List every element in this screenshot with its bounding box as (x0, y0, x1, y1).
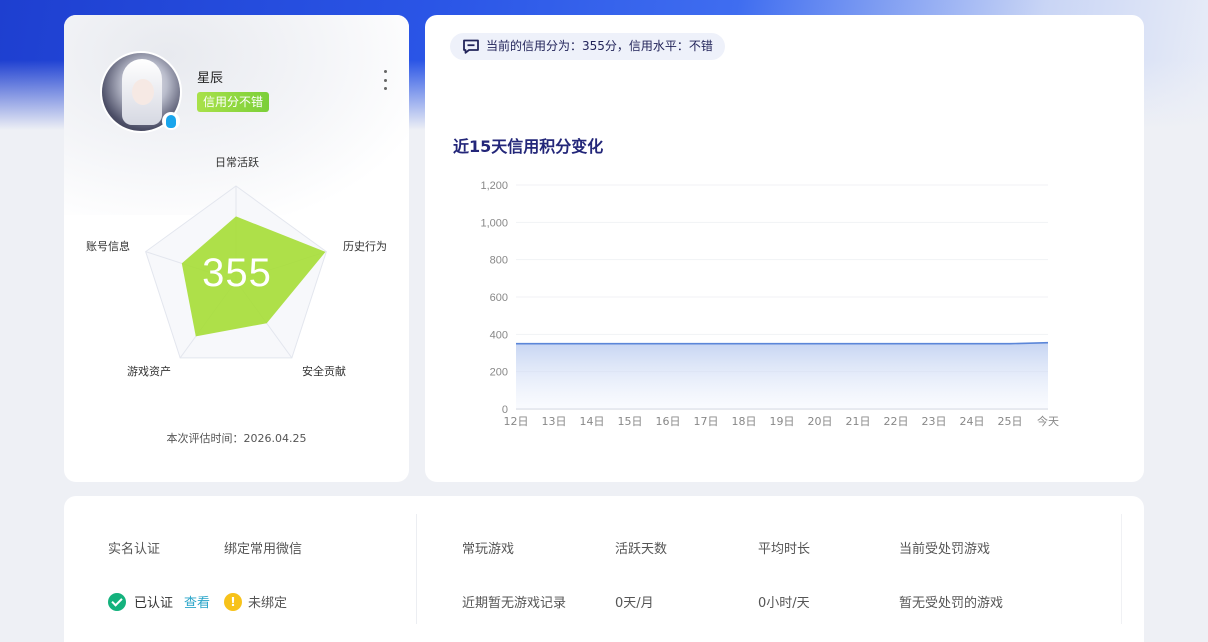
credit-trend-chart: 02004006008001,0001,20012日 13日 14日 15日 16日 17… (480, 180, 1059, 428)
verified-status: 已认证 (134, 596, 174, 611)
x-tick-label: 12日 (504, 415, 529, 428)
penalty-value: 暂无受处罚的游戏 (899, 596, 1004, 611)
section-divider (416, 514, 417, 624)
evaluation-time-value: 2026.04.25 (243, 432, 307, 445)
x-tick-label: 17日 (694, 415, 719, 428)
profile-card: 星辰 信用分不错 日常活跃 历史行为 安全贡献 游戏资产 账号信息 355 本次… (64, 15, 409, 482)
series-line (516, 341, 1049, 345)
x-tick-label: 18日 (732, 415, 757, 428)
radar-label-history: 历史行为 (343, 240, 387, 253)
x-tick-label: 24日 (960, 415, 985, 428)
y-tick-label: 800 (490, 255, 508, 267)
x-tick-label: 今天 (1037, 414, 1059, 428)
y-tick-label: 200 (490, 367, 508, 379)
y-tick-label: 600 (490, 292, 508, 304)
warning-icon: ! (224, 593, 242, 611)
wechat-bind-label: 绑定常用微信 (224, 542, 303, 557)
y-tick-label: 1,200 (480, 180, 508, 192)
evaluation-time: 本次评估时间：2026.04.25 (64, 430, 409, 446)
avg-time-label: 平均时长 (758, 542, 811, 557)
x-tick-label: 21日 (846, 415, 871, 428)
avg-time-value: 0小时/天 (758, 596, 810, 611)
x-tick-label: 14日 (580, 415, 605, 428)
radar-label-daily-activity: 日常活跃 (215, 156, 259, 169)
series-area (516, 342, 1048, 409)
active-days-label: 活跃天数 (615, 542, 668, 557)
credit-chart-card: 当前的信用分为：355分，信用水平：不错 近15天信用积分变化 0 200 400 6… (425, 15, 1144, 482)
active-days-value: 0天/月 (615, 596, 654, 611)
x-tick-label: 23日 (922, 415, 947, 428)
x-tick-label: 13日 (542, 415, 567, 428)
y-tick-label: 1,000 (480, 217, 508, 229)
y-tick-label: 400 (490, 329, 508, 341)
evaluation-time-label: 本次评估时间： (166, 432, 244, 445)
x-tick-label: 20日 (808, 415, 833, 428)
x-tick-label: 25日 (998, 415, 1023, 428)
penalty-label: 当前受处罚游戏 (899, 542, 991, 557)
common-game-label: 常玩游戏 (462, 542, 515, 557)
account-info-card: 实名认证 绑定常用微信 已认证 查看 ! 未绑定 常玩游戏 活跃天数 平均时长 … (64, 496, 1144, 642)
x-tick-label: 16日 (656, 415, 681, 428)
common-game-value: 近期暂无游戏记录 (462, 596, 567, 611)
verified-check-icon (108, 593, 126, 611)
view-verification-link[interactable]: 查看 (184, 592, 210, 611)
section-divider-right (1121, 514, 1122, 624)
x-tick-label: 15日 (618, 415, 643, 428)
radar-label-account-info: 账号信息 (86, 240, 130, 253)
radar-label-security: 安全贡献 (302, 365, 346, 378)
real-name-label: 实名认证 (108, 542, 161, 557)
credit-radar-chart (145, 185, 327, 359)
radar-label-game-assets: 游戏资产 (127, 365, 171, 378)
credit-score: 355 (202, 251, 272, 295)
wechat-bind-status: 未绑定 (248, 596, 288, 611)
x-tick-label: 22日 (884, 415, 909, 428)
x-tick-label: 19日 (770, 415, 795, 428)
